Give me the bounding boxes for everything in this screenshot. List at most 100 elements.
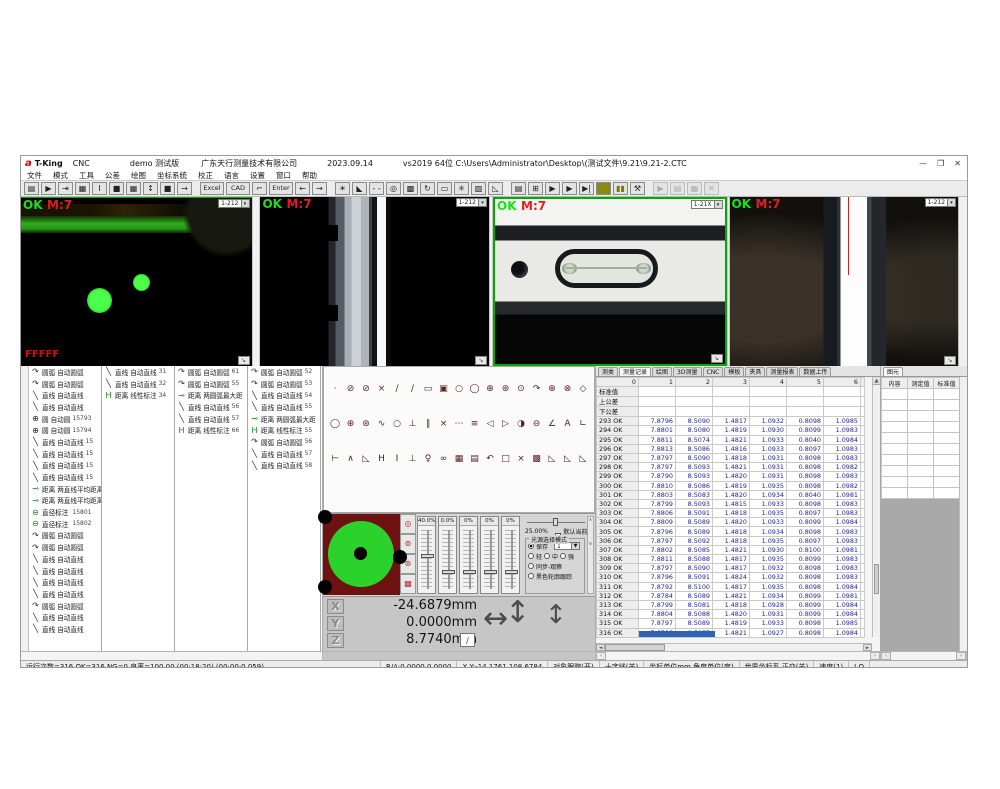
row-label[interactable]: 310 OK xyxy=(597,573,639,582)
toolbar-forward-button[interactable]: → xyxy=(312,182,327,195)
camera1-zoom-dropdown[interactable]: 1-212▾ xyxy=(218,199,249,208)
value-cell[interactable]: 8.5100 xyxy=(676,582,713,591)
value-cell[interactable]: 1.0933 xyxy=(750,518,787,527)
empty-cell[interactable] xyxy=(861,536,865,545)
empty-cell[interactable] xyxy=(861,481,865,490)
value-cell[interactable]: 7.8813 xyxy=(639,444,676,453)
slider-thumb[interactable] xyxy=(421,554,434,558)
value-cell[interactable]: 0.8099 xyxy=(787,555,824,564)
camera4-resize-icon[interactable]: ↘ xyxy=(944,356,956,365)
value-cell[interactable]: 7.8796 xyxy=(639,573,676,582)
element-cell[interactable] xyxy=(882,422,908,433)
empty-cell[interactable] xyxy=(861,417,865,426)
palette-tool-icon-0-9[interactable]: ◯ xyxy=(468,383,482,396)
palette-tool-icon-0-13[interactable]: ↷ xyxy=(530,383,544,396)
palette-tool-icon-1-4[interactable]: ○ xyxy=(390,418,404,431)
value-cell[interactable]: 7.8790 xyxy=(639,472,676,481)
value-cell[interactable]: 7.8797 xyxy=(639,619,676,628)
slider-thumb[interactable] xyxy=(505,570,518,574)
toolbar-loop-button[interactable]: ↻ xyxy=(420,182,435,195)
column-header-5[interactable]: 5 xyxy=(787,378,824,387)
value-cell[interactable]: 1.0931 xyxy=(750,463,787,472)
empty-cell[interactable] xyxy=(750,387,787,397)
radio-icon[interactable] xyxy=(528,573,534,579)
empty-cell[interactable] xyxy=(861,518,865,527)
element-cell[interactable] xyxy=(908,389,934,400)
value-cell[interactable]: 1.0983 xyxy=(824,555,861,564)
palette-tool-icon-0-14[interactable]: ⊕ xyxy=(545,383,559,396)
toolbar-pattern-button[interactable]: ▩ xyxy=(403,182,418,195)
row-label[interactable]: 295 OK xyxy=(597,435,639,444)
palette-tool-icon-0-12[interactable]: ⊙ xyxy=(514,383,528,396)
palette-tool-icon-1-14[interactable]: ∠ xyxy=(545,418,559,431)
element-cell[interactable] xyxy=(934,389,960,400)
value-cell[interactable]: 0.8097 xyxy=(787,444,824,453)
value-cell[interactable]: 1.4815 xyxy=(713,499,750,508)
value-cell[interactable]: 1.0932 xyxy=(750,417,787,426)
value-cell[interactable]: 1.0931 xyxy=(750,610,787,619)
value-cell[interactable]: 7.8792 xyxy=(639,582,676,591)
empty-cell[interactable] xyxy=(861,463,865,472)
value-cell[interactable]: 1.0981 xyxy=(824,490,861,499)
lists-left-scrollbar[interactable] xyxy=(21,366,29,651)
empty-cell[interactable] xyxy=(861,509,865,518)
element-cell[interactable] xyxy=(882,444,908,455)
element-cell[interactable] xyxy=(908,411,934,422)
list-item[interactable]: ╲直线自动直线15 xyxy=(29,436,101,448)
list-item[interactable]: H距离线性标注66 xyxy=(175,424,247,436)
jog-z-icon[interactable]: ↕ xyxy=(545,597,567,633)
value-cell[interactable]: 1.4824 xyxy=(713,573,750,582)
options-scrollbar[interactable]: ∧∨ xyxy=(587,516,594,594)
tab-4[interactable]: CNC xyxy=(703,367,724,376)
chevron-down-icon[interactable]: ▾ xyxy=(714,201,722,208)
value-cell[interactable]: 1.0931 xyxy=(750,472,787,481)
palette-tool-icon-2-8[interactable]: ▦ xyxy=(452,453,466,466)
value-cell[interactable]: 1.0982 xyxy=(824,481,861,490)
empty-cell[interactable] xyxy=(824,397,861,407)
value-cell[interactable]: 1.0931 xyxy=(750,453,787,462)
value-cell[interactable]: 8.5092 xyxy=(676,536,713,545)
toolbar-dash-button[interactable]: - - xyxy=(369,182,384,195)
value-cell[interactable]: 1.4819 xyxy=(713,619,750,628)
value-cell[interactable]: 1.4820 xyxy=(713,518,750,527)
row-label[interactable]: 309 OK xyxy=(597,564,639,573)
value-cell[interactable]: 1.0985 xyxy=(824,619,861,628)
palette-tool-icon-0-16[interactable]: ◇ xyxy=(576,383,590,396)
list-item[interactable]: ╲直线自动直线57 xyxy=(248,448,320,460)
jog-vertical-icon[interactable]: ↕ xyxy=(505,593,530,633)
element-cell[interactable] xyxy=(934,455,960,466)
value-cell[interactable]: 1.4817 xyxy=(713,582,750,591)
empty-cell[interactable] xyxy=(639,397,676,407)
list-item[interactable]: ╲直线自动直线 xyxy=(29,553,101,565)
palette-tool-icon-2-9[interactable]: ▤ xyxy=(468,453,482,466)
row-label[interactable]: 294 OK xyxy=(597,426,639,435)
slider-thumb[interactable] xyxy=(442,570,455,574)
list-item[interactable]: H距离线性标注34 xyxy=(102,389,174,401)
empty-cell[interactable] xyxy=(861,527,865,536)
value-cell[interactable]: 0.8098 xyxy=(787,463,824,472)
toolbar-star-button[interactable]: ✳ xyxy=(454,182,469,195)
slider-thumb[interactable] xyxy=(463,570,476,574)
list-item[interactable]: ╲直线自动直线57 xyxy=(175,413,247,425)
toolbar-save2-button[interactable]: ▤ xyxy=(670,182,685,195)
empty-cell[interactable] xyxy=(676,407,713,417)
radio-icon[interactable] xyxy=(560,553,566,559)
scroll-up-icon[interactable]: ▲ xyxy=(873,377,880,385)
toolbar-back-button[interactable]: ← xyxy=(295,182,310,195)
toolbar-stop-button[interactable]: ■ xyxy=(596,182,611,195)
scroll-right-icon[interactable]: › xyxy=(870,652,880,660)
empty-cell[interactable] xyxy=(861,628,865,637)
scroll-left-icon[interactable]: ‹ xyxy=(596,652,606,660)
tab-0[interactable]: 测类 xyxy=(598,367,618,376)
palette-tool-icon-1-10[interactable]: ◁ xyxy=(483,418,497,431)
value-cell[interactable]: 1.0983 xyxy=(824,444,861,453)
value-cell[interactable]: 8.5086 xyxy=(676,444,713,453)
value-cell[interactable]: 1.0928 xyxy=(750,600,787,609)
empty-cell[interactable] xyxy=(713,397,750,407)
element-cell[interactable] xyxy=(934,411,960,422)
value-cell[interactable]: 0.8040 xyxy=(787,490,824,499)
palette-tool-icon-0-0[interactable]: · xyxy=(328,383,342,396)
list-item[interactable]: ╲直线自动直线 xyxy=(29,588,101,600)
list-item[interactable]: ╲直线自动直线 xyxy=(29,389,101,401)
value-cell[interactable]: 8.5093 xyxy=(676,472,713,481)
